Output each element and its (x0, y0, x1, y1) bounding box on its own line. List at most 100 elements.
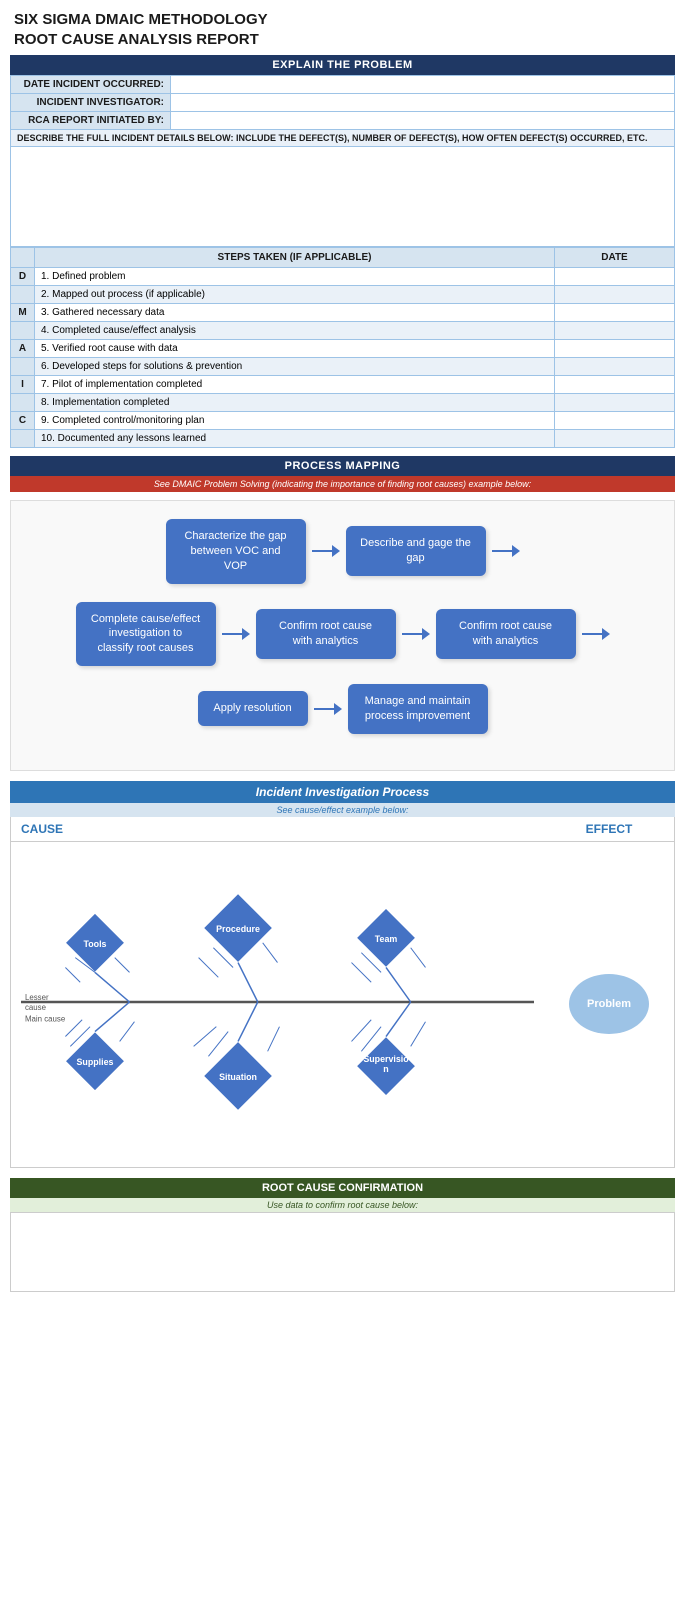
steps-col-header: STEPS TAKEN (IF APPLICABLE) (35, 248, 555, 268)
phase-cell-0: D (11, 268, 35, 286)
phase-cell-5 (11, 358, 35, 376)
phase-cell-4: A (11, 340, 35, 358)
rcc-subtitle: Use data to confirm root cause below: (10, 1198, 675, 1212)
explain-problem-title: EXPLAIN THE PROBLEM (10, 55, 675, 75)
flow-arrow-2-1 (222, 627, 250, 641)
steps-row-0: D1. Defined problem (11, 268, 675, 286)
root-cause-confirmation-section: ROOT CAUSE CONFIRMATION Use data to conf… (0, 1178, 685, 1292)
steps-header-row: STEPS TAKEN (IF APPLICABLE) DATE (11, 248, 675, 268)
steps-row-3: 4. Completed cause/effect analysis (11, 322, 675, 340)
phase-cell-9 (11, 430, 35, 448)
phase-cell-2: M (11, 304, 35, 322)
form-fields-table: DATE INCIDENT OCCURRED: INCIDENT INVESTI… (10, 75, 675, 247)
svg-text:Supervisio: Supervisio (363, 1054, 409, 1064)
steps-row-6: I7. Pilot of implementation completed (11, 376, 675, 394)
investigator-value[interactable] (171, 94, 675, 112)
phase-cell-8: C (11, 412, 35, 430)
date-cell-5[interactable] (555, 358, 675, 376)
flow-box-1-1: Characterize the gap between VOC and VOP (166, 519, 306, 584)
step-cell-5: 6. Developed steps for solutions & preve… (35, 358, 555, 376)
steps-table: STEPS TAKEN (IF APPLICABLE) DATE D1. Def… (10, 247, 675, 448)
date-label: DATE INCIDENT OCCURRED: (11, 76, 171, 94)
date-cell-4[interactable] (555, 340, 675, 358)
iip-subtitle: See cause/effect example below: (10, 803, 675, 817)
steps-row-8: C9. Completed control/monitoring plan (11, 412, 675, 430)
flow-box-3-1: Apply resolution (198, 691, 308, 726)
form-row-date: DATE INCIDENT OCCURRED: (11, 76, 675, 94)
form-row-initiated: RCA REPORT INITIATED BY: (11, 112, 675, 130)
date-value[interactable] (171, 76, 675, 94)
cause-effect-area: Tools Procedure Team (10, 841, 675, 1168)
step-cell-8: 9. Completed control/monitoring plan (35, 412, 555, 430)
flow-box-2-1: Complete cause/effect investigation to c… (76, 602, 216, 667)
cause-effect-labels: CAUSE EFFECT (10, 817, 675, 841)
effect-side: Problem (544, 842, 674, 1167)
flow-arrow-1-2 (492, 544, 520, 558)
description-label: DESCRIBE THE FULL INCIDENT DETAILS BELOW… (11, 130, 675, 147)
process-mapping-section: PROCESS MAPPING See DMAIC Problem Solvin… (0, 456, 685, 492)
flow-arrow-3-1 (314, 702, 342, 716)
report-title-line1: SIX SIGMA DMAIC METHODOLOGY (14, 10, 671, 30)
description-label-row: DESCRIBE THE FULL INCIDENT DETAILS BELOW… (11, 130, 675, 147)
date-cell-1[interactable] (555, 286, 675, 304)
phase-col-header (11, 248, 35, 268)
flow-arrow-2-2 (402, 627, 430, 641)
process-map-area: Characterize the gap between VOC and VOP… (10, 500, 675, 771)
fishbone-area: Tools Procedure Team (11, 842, 544, 1167)
step-cell-2: 3. Gathered necessary data (35, 304, 555, 322)
steps-row-5: 6. Developed steps for solutions & preve… (11, 358, 675, 376)
iip-title: Incident Investigation Process (10, 781, 675, 803)
step-cell-3: 4. Completed cause/effect analysis (35, 322, 555, 340)
phase-cell-3 (11, 322, 35, 340)
steps-row-7: 8. Implementation completed (11, 394, 675, 412)
svg-text:Team: Team (375, 934, 398, 944)
description-area[interactable] (11, 147, 675, 247)
initiated-value[interactable] (171, 112, 675, 130)
flow-box-2-3: Confirm root cause with analytics (436, 609, 576, 659)
problem-oval: Problem (569, 974, 649, 1034)
step-cell-9: 10. Documented any lessons learned (35, 430, 555, 448)
initiated-label: RCA REPORT INITIATED BY: (11, 112, 171, 130)
pm-subtitle: See DMAIC Problem Solving (indicating th… (10, 476, 675, 492)
svg-text:Main cause: Main cause (25, 1014, 66, 1023)
flow-box-3-2: Manage and maintain process improvement (348, 684, 488, 734)
flow-box-2-2: Confirm root cause with analytics (256, 609, 396, 659)
phase-cell-7 (11, 394, 35, 412)
svg-text:Lesser: Lesser (25, 993, 49, 1002)
steps-row-1: 2. Mapped out process (if applicable) (11, 286, 675, 304)
flow-arrow-1-1 (312, 544, 340, 558)
steps-row-9: 10. Documented any lessons learned (11, 430, 675, 448)
flow-row-1: Characterize the gap between VOC and VOP… (21, 519, 664, 584)
cause-label: CAUSE (11, 817, 544, 841)
pm-title: PROCESS MAPPING (10, 456, 675, 476)
rcc-body[interactable] (10, 1212, 675, 1292)
step-cell-1: 2. Mapped out process (if applicable) (35, 286, 555, 304)
date-cell-2[interactable] (555, 304, 675, 322)
rcc-title: ROOT CAUSE CONFIRMATION (10, 1178, 675, 1198)
flow-row-2: Complete cause/effect investigation to c… (21, 602, 664, 667)
form-row-investigator: INCIDENT INVESTIGATOR: (11, 94, 675, 112)
steps-row-4: A5. Verified root cause with data (11, 340, 675, 358)
date-cell-8[interactable] (555, 412, 675, 430)
report-header: SIX SIGMA DMAIC METHODOLOGY ROOT CAUSE A… (0, 0, 685, 55)
date-cell-3[interactable] (555, 322, 675, 340)
flow-arrow-2-3 (582, 627, 610, 641)
svg-text:Tools: Tools (84, 939, 107, 949)
effect-label: EFFECT (544, 817, 674, 841)
svg-text:Procedure: Procedure (216, 924, 260, 934)
flow-box-1-2: Describe and gage the gap (346, 526, 486, 576)
date-cell-6[interactable] (555, 376, 675, 394)
step-cell-0: 1. Defined problem (35, 268, 555, 286)
fishbone-svg: Tools Procedure Team (21, 852, 534, 1152)
date-cell-7[interactable] (555, 394, 675, 412)
svg-text:Supplies: Supplies (77, 1057, 114, 1067)
steps-row-2: M3. Gathered necessary data (11, 304, 675, 322)
date-cell-0[interactable] (555, 268, 675, 286)
step-cell-7: 8. Implementation completed (35, 394, 555, 412)
date-cell-9[interactable] (555, 430, 675, 448)
incident-investigation-section: Incident Investigation Process See cause… (0, 781, 685, 1168)
date-col-header: DATE (555, 248, 675, 268)
phase-cell-1 (11, 286, 35, 304)
step-cell-4: 5. Verified root cause with data (35, 340, 555, 358)
svg-text:Situation: Situation (219, 1072, 257, 1082)
